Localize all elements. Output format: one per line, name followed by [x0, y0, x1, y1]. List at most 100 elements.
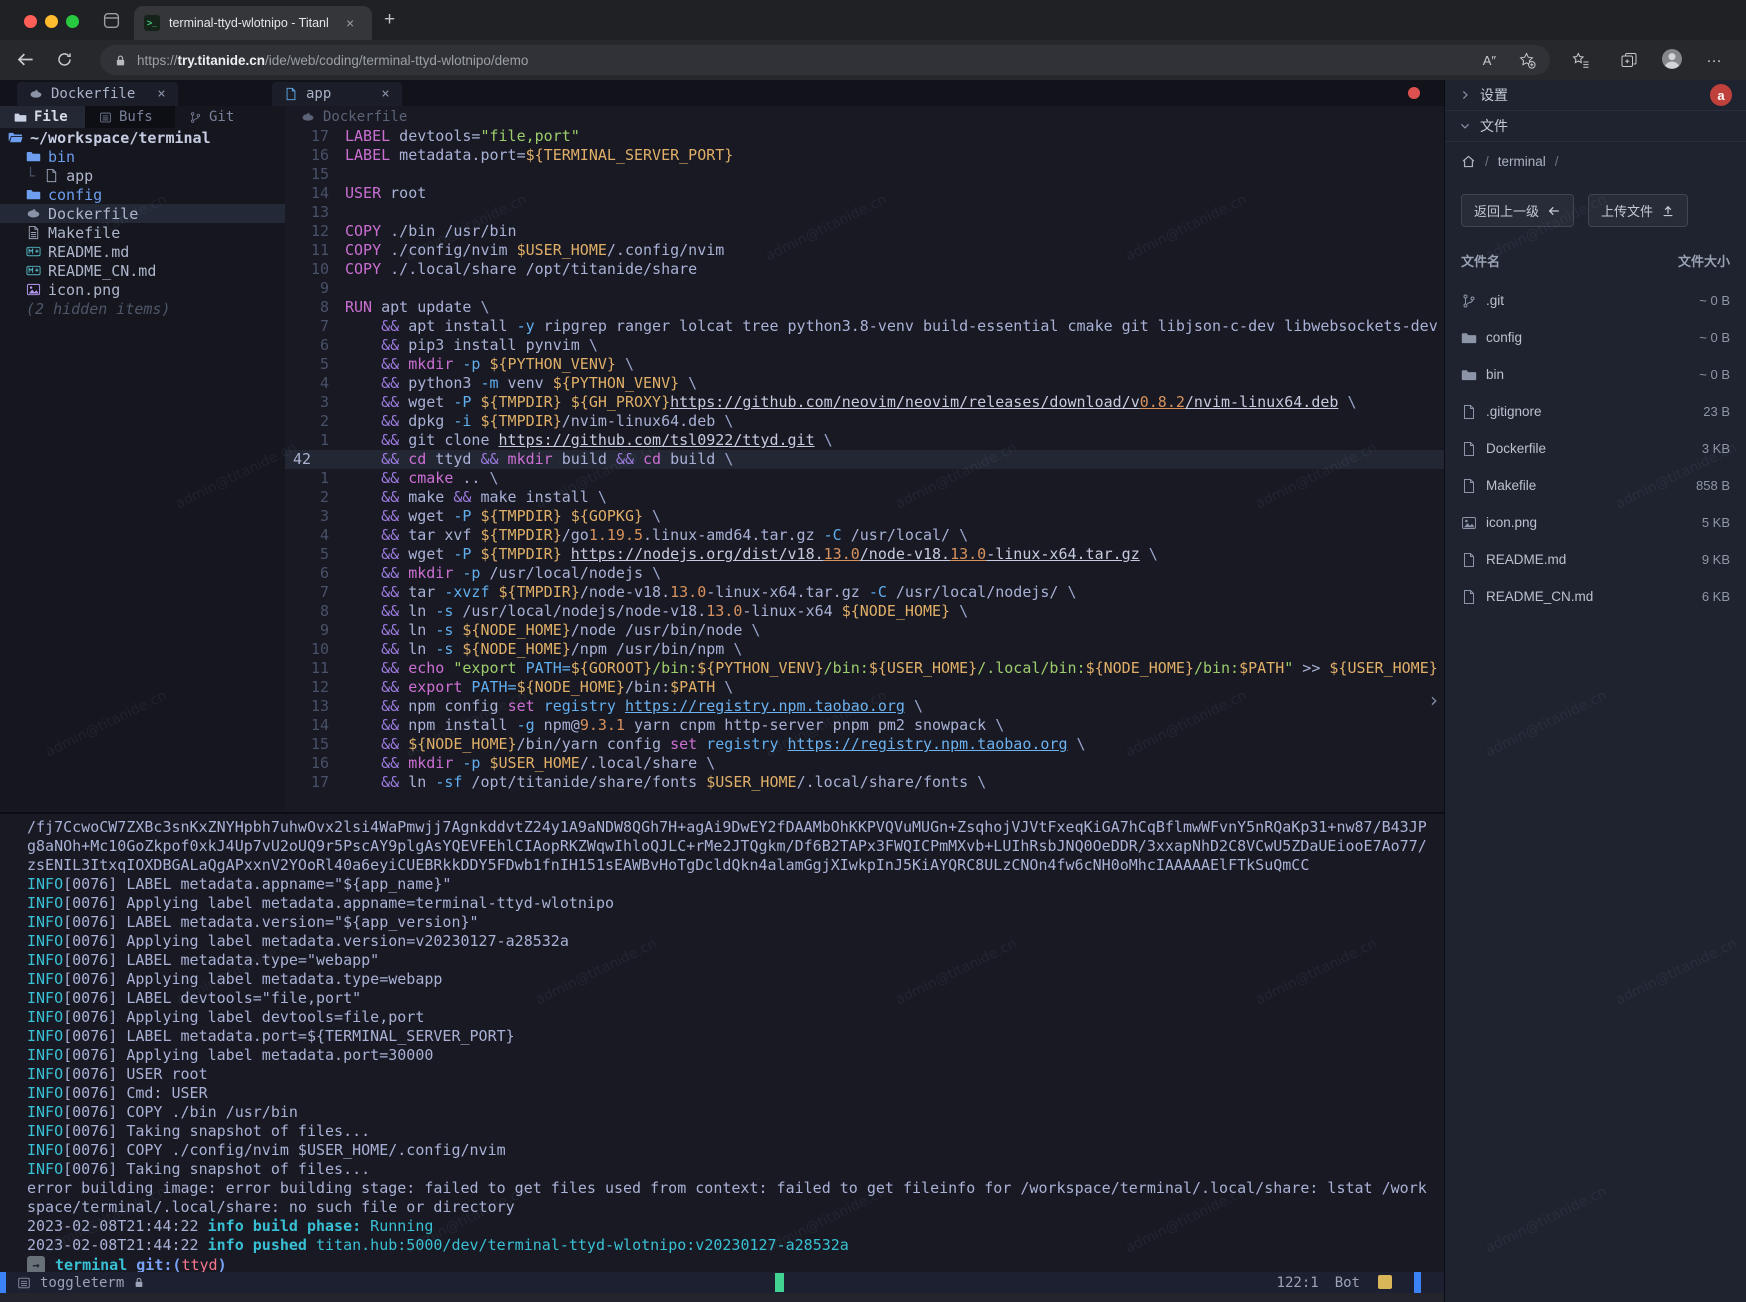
file-row-config[interactable]: config~ 0 B	[1445, 319, 1746, 356]
tab-bufs[interactable]: Bufs	[85, 106, 175, 128]
code-line[interactable]: 13	[285, 203, 1444, 222]
tab-app[interactable]: app ×	[272, 82, 402, 106]
go-up-button[interactable]: 返回上一级	[1461, 194, 1574, 227]
code-line[interactable]: 16 && mkdir -p $USER_HOME/.local/share \	[285, 754, 1444, 773]
code-line[interactable]: 12 && export PATH=${NODE_HOME}/bin:$PATH…	[285, 678, 1444, 697]
tab-close-icon[interactable]: ×	[346, 16, 354, 30]
code-line[interactable]: 1 && cmake .. \	[285, 469, 1444, 488]
tree-item--workspace-terminal[interactable]: ~/workspace/terminal	[0, 128, 285, 147]
terminal-line: INFO[0076] LABEL devtools="file,port"	[0, 989, 1444, 1008]
close-window-button[interactable]	[24, 15, 37, 28]
close-all-icon[interactable]	[1408, 87, 1420, 99]
code-line[interactable]: 4 && python3 -m venv ${PYTHON_VENV} \	[285, 374, 1444, 393]
code-line[interactable]: 5 && wget -P ${TMPDIR} https://nodejs.or…	[285, 545, 1444, 564]
code-line[interactable]: 6 && pip3 install pynvim \	[285, 336, 1444, 355]
line-number: 8	[285, 298, 345, 317]
browser-tab[interactable]: >_ terminal-ttyd-wlotnipo - Titanl ×	[134, 6, 372, 40]
minimize-window-button[interactable]	[45, 15, 58, 28]
file-row-makefile[interactable]: Makefile858 B	[1445, 467, 1746, 504]
code-line[interactable]: 8 && ln -s /usr/local/nodejs/node-v18.13…	[285, 602, 1444, 621]
url-text[interactable]: https://try.titanide.cn/ide/web/coding/t…	[137, 53, 1475, 68]
tree-item-readme-md[interactable]: README.md	[0, 242, 285, 261]
terminal-line: space/terminal/.local/share: no such fil…	[0, 1198, 1444, 1217]
code-line[interactable]: 15	[285, 165, 1444, 184]
code-line[interactable]: 13 && npm config set registry https://re…	[285, 697, 1444, 716]
code-line[interactable]: 11 && echo "export PATH=${GOROOT}/bin:${…	[285, 659, 1444, 678]
tree-item--2-hidden-items-[interactable]: (2 hidden items)	[0, 299, 285, 318]
tree-item-app[interactable]: └ app	[0, 166, 285, 185]
collections-icon[interactable]	[1620, 51, 1638, 69]
terminal-line: 2023-02-08T21:44:22 info build phase: Ru…	[0, 1217, 1444, 1236]
zoom-window-button[interactable]	[66, 15, 79, 28]
close-icon[interactable]: ×	[157, 86, 165, 102]
tree-item-makefile[interactable]: Makefile	[0, 223, 285, 242]
code-line[interactable]: 11COPY ./config/nvim $USER_HOME/.config/…	[285, 241, 1444, 260]
code-line[interactable]: 3 && wget -P ${TMPDIR} ${GH_PROXY}https:…	[285, 393, 1444, 412]
file-row-icon-png[interactable]: icon.png5 KB	[1445, 504, 1746, 541]
breadcrumb-dir[interactable]: terminal	[1498, 154, 1546, 169]
code-line-current[interactable]: 42 && cd ttyd && mkdir build && cd build…	[285, 450, 1444, 469]
close-icon[interactable]: ×	[381, 86, 389, 102]
code-line[interactable]: 7 && apt install -y ripgrep ranger lolca…	[285, 317, 1444, 336]
file-row--gitignore[interactable]: .gitignore23 B	[1445, 393, 1746, 430]
tab-overview-icon[interactable]	[102, 11, 121, 30]
code-line[interactable]: 2 && dpkg -i ${TMPDIR}/nvim-linux64.deb …	[285, 412, 1444, 431]
back-icon[interactable]	[16, 50, 35, 69]
code-line[interactable]: 2 && make && make install \	[285, 488, 1444, 507]
scrollbar-thumb[interactable]	[1414, 1272, 1421, 1293]
panel-collapse-icon[interactable]: ›	[1430, 688, 1438, 712]
code-lines[interactable]: 17LABEL devtools="file,port"16LABEL meta…	[285, 127, 1444, 792]
code-editor[interactable]: Dockerfile 17LABEL devtools="file,port"1…	[285, 106, 1444, 810]
file-row-bin[interactable]: bin~ 0 B	[1445, 356, 1746, 393]
tree-item-config[interactable]: config	[0, 185, 285, 204]
code-line[interactable]: 1 && git clone https://github.com/tsl092…	[285, 431, 1444, 450]
tree-item-dockerfile[interactable]: Dockerfile	[0, 204, 285, 223]
tree-item-readme-cn-md[interactable]: README_CN.md	[0, 261, 285, 280]
code-line[interactable]: 16LABEL metadata.port=${TERMINAL_SERVER_…	[285, 146, 1444, 165]
code-line[interactable]: 5 && mkdir -p ${PYTHON_VENV} \	[285, 355, 1444, 374]
user-avatar[interactable]: a	[1710, 84, 1732, 106]
tab-file[interactable]: File	[0, 106, 85, 128]
file-row-readme-cn-md[interactable]: README_CN.md6 KB	[1445, 578, 1746, 615]
file-row--git[interactable]: .git~ 0 B	[1445, 282, 1746, 319]
code-line[interactable]: 14USER root	[285, 184, 1444, 203]
code-line[interactable]: 9 && ln -s ${NODE_HOME}/node /usr/bin/no…	[285, 621, 1444, 640]
home-icon[interactable]	[1461, 154, 1476, 169]
image-icon	[26, 282, 41, 297]
folder-icon	[14, 111, 27, 124]
code-line[interactable]: 10COPY ./.local/share /opt/titanide/shar…	[285, 260, 1444, 279]
profile-avatar[interactable]	[1660, 47, 1684, 71]
file-row-dockerfile[interactable]: Dockerfile3 KB	[1445, 430, 1746, 467]
sidebar-section-files[interactable]: 文件	[1445, 111, 1746, 142]
sidebar-section-settings[interactable]: 设置 a	[1445, 80, 1746, 111]
tree-item-bin[interactable]: bin	[0, 147, 285, 166]
favorites-icon[interactable]	[1572, 51, 1590, 69]
code-line[interactable]: 3 && wget -P ${TMPDIR} ${GOPKG} \	[285, 507, 1444, 526]
code-line[interactable]: 8RUN apt update \	[285, 298, 1444, 317]
code-line[interactable]: 12COPY ./bin /usr/bin	[285, 222, 1444, 241]
line-number: 13	[285, 697, 345, 716]
upload-file-button[interactable]: 上传文件	[1588, 194, 1688, 227]
new-tab-button[interactable]: +	[384, 9, 395, 31]
text-size-icon[interactable]: A″	[1483, 53, 1496, 68]
tab-git[interactable]: Git	[175, 106, 265, 128]
code-line[interactable]: 17 && ln -sf /opt/titanide/share/fonts $…	[285, 773, 1444, 792]
address-bar[interactable]: https://try.titanide.cn/ide/web/coding/t…	[100, 45, 1550, 75]
add-favorite-icon[interactable]	[1518, 51, 1536, 69]
tree-item-icon-png[interactable]: icon.png	[0, 280, 285, 299]
more-menu-icon[interactable]: …	[1706, 49, 1723, 67]
code-line[interactable]: 14 && npm install -g npm@9.3.1 yarn cnpm…	[285, 716, 1444, 735]
code-line[interactable]: 7 && tar -xvzf ${TMPDIR}/node-v18.13.0-l…	[285, 583, 1444, 602]
code-line[interactable]: 10 && ln -s ${NODE_HOME}/npm /usr/bin/np…	[285, 640, 1444, 659]
code-line[interactable]: 4 && tar xvf ${TMPDIR}/go1.19.5.linux-am…	[285, 526, 1444, 545]
code-line[interactable]: 9	[285, 279, 1444, 298]
refresh-icon[interactable]	[56, 51, 73, 68]
code-line[interactable]: 6 && mkdir -p /usr/local/nodejs \	[285, 564, 1444, 583]
terminal-line: INFO[0076] Taking snapshot of files...	[0, 1160, 1444, 1179]
tab-dockerfile[interactable]: Dockerfile ×	[17, 82, 178, 106]
code-line[interactable]: 17LABEL devtools="file,port"	[285, 127, 1444, 146]
terminal-panel[interactable]: /fj7CcwoCW7ZXBc3snKxZNYHpbh7uhwOvx2lsi4W…	[0, 812, 1444, 1272]
code-line[interactable]: 15 && ${NODE_HOME}/bin/yarn config set r…	[285, 735, 1444, 754]
file-row-readme-md[interactable]: README.md9 KB	[1445, 541, 1746, 578]
chevron-right-icon	[1459, 89, 1471, 101]
